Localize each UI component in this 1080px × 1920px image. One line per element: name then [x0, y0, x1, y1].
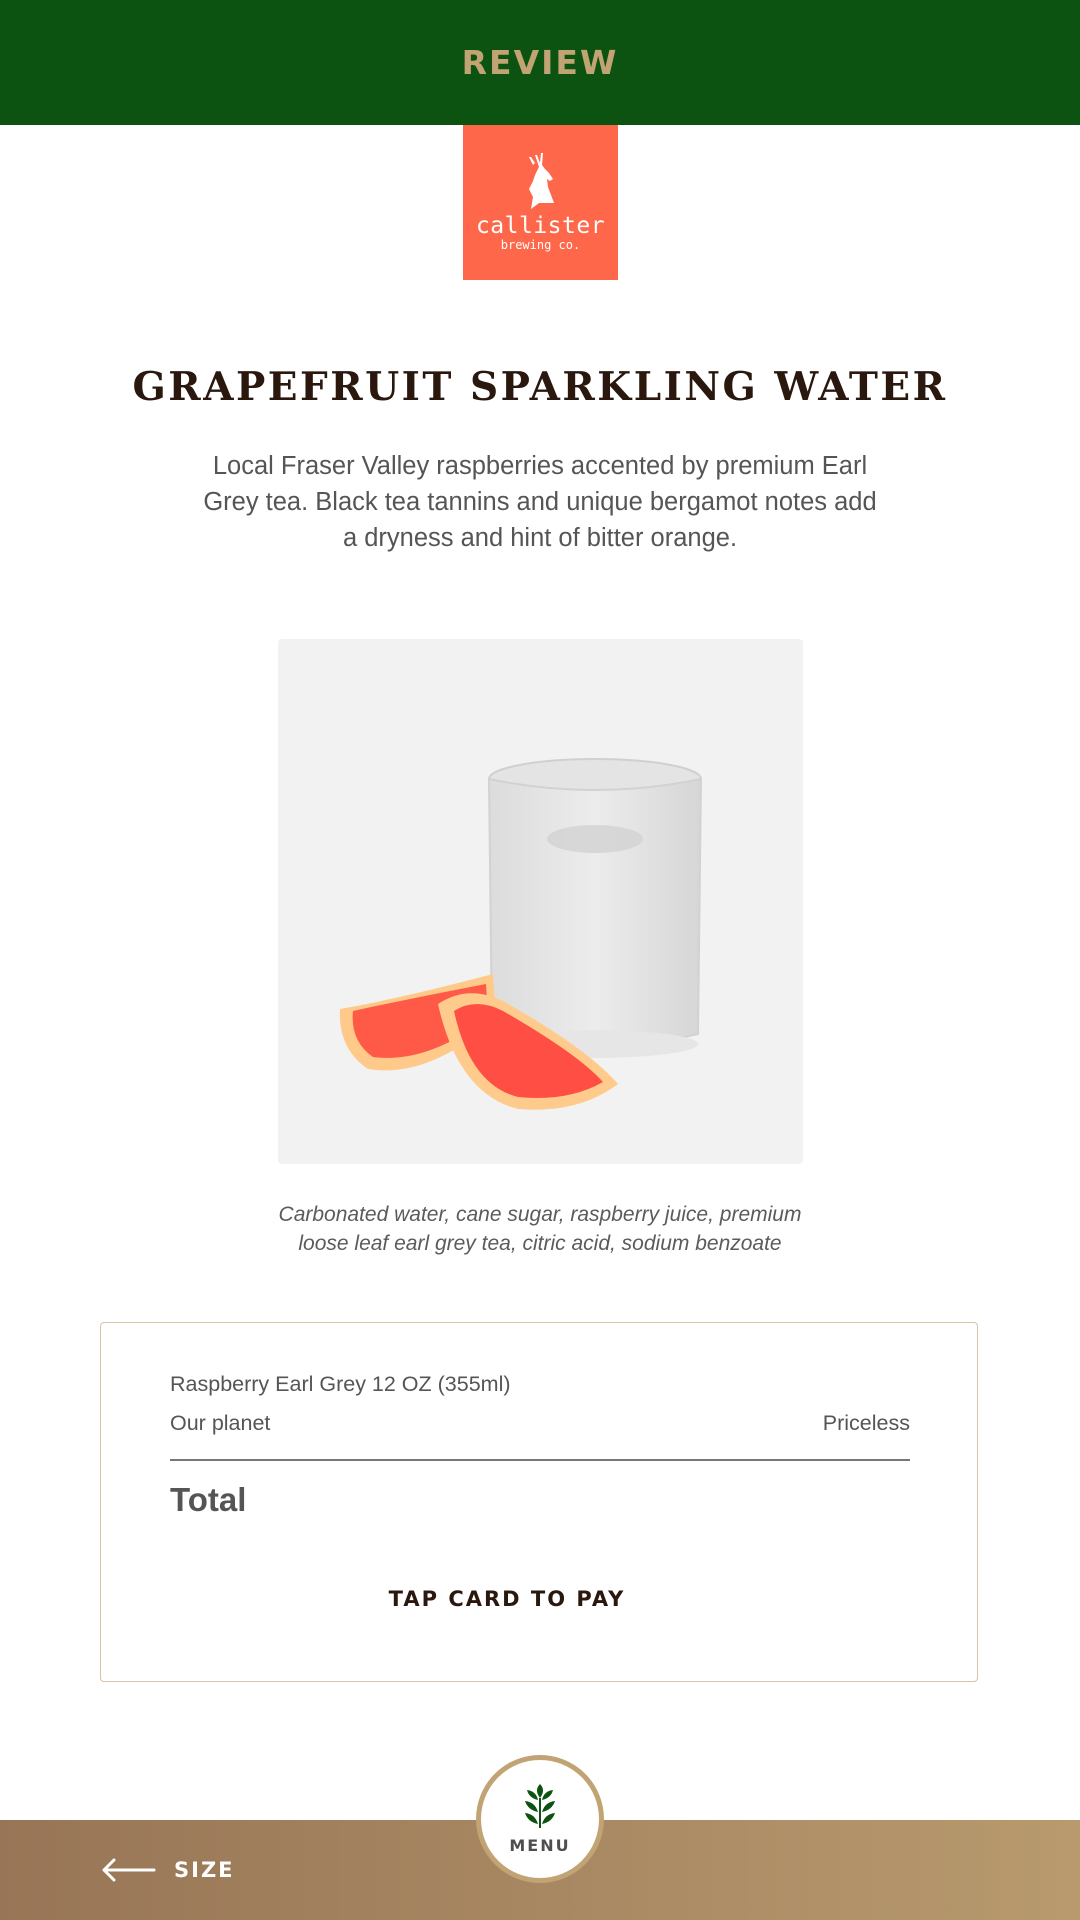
menu-label: MENU — [509, 1836, 571, 1855]
product-image — [278, 639, 803, 1164]
ingredients-text: Carbonated water, cane sugar, raspberry … — [278, 1203, 802, 1255]
back-label: SIZE — [174, 1858, 235, 1882]
brand-tagline: brewing co. — [500, 238, 581, 252]
header-bar: REVIEW — [0, 0, 1080, 125]
wheat-leaf-icon — [525, 1784, 555, 1828]
order-row: Our planet Priceless — [170, 1411, 910, 1436]
order-item: Raspberry Earl Grey 12 OZ (355ml) — [170, 1372, 511, 1396]
tap-card-to-pay-button[interactable]: TAP CARD TO PAY — [300, 1582, 714, 1616]
brand-logo: callister brewing co. — [463, 125, 618, 280]
order-row-value: Priceless — [822, 1411, 910, 1435]
back-size-button[interactable]: SIZE — [100, 1852, 235, 1888]
page-title: REVIEW — [461, 43, 619, 82]
product-description: Local Fraser Valley raspberries accented… — [203, 452, 877, 552]
order-row-label: Our planet — [170, 1411, 271, 1435]
divider — [170, 1459, 910, 1461]
brand-name: callister — [475, 213, 606, 239]
total-label: Total — [170, 1481, 247, 1518]
product-title: GRAPEFRUIT SPARKLING WATER — [132, 364, 948, 410]
deer-head-icon — [528, 153, 554, 209]
menu-button[interactable]: MENU — [476, 1755, 604, 1883]
arrow-left-icon — [102, 1858, 156, 1882]
